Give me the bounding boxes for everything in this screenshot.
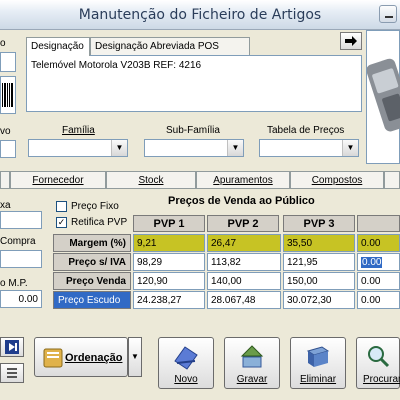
cell-sem-iva-pvp2[interactable]: 113,82: [207, 253, 281, 271]
cell-margem-pvp4[interactable]: 0.00: [357, 234, 400, 252]
arrow-right-icon: [345, 36, 357, 46]
cell-escudo-pvp2[interactable]: 28.067,48: [207, 291, 281, 309]
chevron-down-icon[interactable]: ▼: [111, 140, 127, 156]
designation-value: Telemóvel Motorola V203B REF: 4216: [31, 60, 202, 71]
left-label-top: o: [0, 38, 6, 49]
row-header-preco-sem-iva: Preço s/ IVA: [53, 253, 131, 271]
list-view-button[interactable]: [0, 363, 24, 383]
cell-venda-pvp2[interactable]: 140,00: [207, 272, 281, 290]
cell-escudo-pvp4[interactable]: 0.00: [357, 291, 400, 309]
cell-escudo-pvp3[interactable]: 30.072,30: [283, 291, 355, 309]
row-header-preco-venda: Preço Venda: [53, 272, 131, 290]
mp-label: o M.P.: [0, 278, 28, 289]
eliminar-label: Eliminar: [299, 374, 337, 385]
barcode-icon: [2, 83, 13, 107]
phone-image: [366, 58, 400, 132]
ordenacao-dropdown[interactable]: ▼: [128, 337, 142, 377]
tab-next[interactable]: [384, 171, 400, 188]
search-icon: [368, 346, 390, 368]
tab-designacao[interactable]: Designação: [26, 37, 90, 56]
tab-designacao-abreviada[interactable]: Designação Abreviada POS: [90, 37, 250, 55]
left-field-code[interactable]: [0, 52, 16, 72]
gravar-button[interactable]: Gravar: [224, 337, 280, 389]
tab-partial[interactable]: [0, 171, 10, 188]
preco-fixo-label: Preço Fixo: [71, 201, 119, 212]
cell-margem-pvp3[interactable]: 35,50: [283, 234, 355, 252]
tab-fornecedor[interactable]: Fornecedor: [10, 171, 106, 188]
procurar-button[interactable]: Procurar: [356, 337, 400, 389]
chevron-down-icon[interactable]: ▼: [227, 140, 243, 156]
delete-book-icon: [306, 346, 330, 367]
play-last-icon: [5, 340, 19, 354]
chevron-down-icon[interactable]: ▼: [342, 140, 358, 156]
retifica-pvp-checkbox[interactable]: ✓: [56, 217, 67, 228]
left-label-2: vo: [0, 126, 11, 137]
compra-label: Compra: [0, 236, 36, 247]
row-header-preco-escudo: Preço Escudo: [53, 291, 131, 309]
selected-value: 0.00: [361, 257, 383, 268]
subfamilia-label: Sub-Família: [166, 125, 220, 136]
left-label-xa: xa: [0, 200, 11, 211]
procurar-label: Procurar: [363, 374, 400, 385]
col-header-pvp1: PVP 1: [133, 215, 205, 232]
subfamilia-combo[interactable]: ▼: [144, 139, 244, 157]
ordenacao-button[interactable]: Ordenação: [34, 337, 128, 377]
novo-button[interactable]: Novo: [158, 337, 214, 389]
list-icon: [7, 368, 17, 378]
sort-book-icon: [43, 348, 63, 368]
tab-compostos[interactable]: Compostos: [290, 171, 384, 188]
cell-sem-iva-pvp1[interactable]: 98,29: [133, 253, 205, 271]
cell-escudo-pvp1[interactable]: 24.238,27: [133, 291, 205, 309]
gravar-label: Gravar: [236, 374, 268, 385]
arrow-right-button[interactable]: [340, 32, 362, 50]
tab-apuramentos[interactable]: Apuramentos: [196, 171, 290, 188]
row-header-margem: Margem (%): [53, 234, 131, 252]
familia-combo[interactable]: ▼: [28, 139, 128, 157]
cell-venda-pvp1[interactable]: 120,90: [133, 272, 205, 290]
left-field-2[interactable]: [0, 140, 16, 158]
col-header-pvp3: PVP 3: [283, 215, 355, 232]
retifica-pvp-label: Retifica PVP: [71, 217, 128, 228]
cell-sem-iva-pvp4[interactable]: 0.00: [357, 253, 400, 271]
barcode-box: [0, 76, 16, 114]
eliminar-button[interactable]: Eliminar: [290, 337, 346, 389]
ordenacao-label: Ordenação: [65, 352, 123, 364]
col-header-pvp2: PVP 2: [207, 215, 279, 232]
novo-label: Novo: [174, 374, 198, 385]
new-icon: [174, 346, 198, 370]
cell-venda-pvp3[interactable]: 150,00: [283, 272, 355, 290]
window-title: Manutenção do Ficheiro de Artigos: [78, 7, 322, 23]
col-header-pvp4: [357, 215, 400, 232]
preco-fixo-checkbox[interactable]: [56, 201, 67, 212]
familia-label: Família: [62, 125, 95, 136]
compra-field[interactable]: [0, 250, 42, 268]
title-bar: Manutenção do Ficheiro de Artigos: [0, 0, 400, 30]
left-field-xa[interactable]: [0, 211, 42, 229]
designation-textarea[interactable]: Telemóvel Motorola V203B REF: 4216: [26, 55, 362, 112]
minimize-button[interactable]: [379, 5, 397, 23]
product-image: [366, 30, 400, 164]
nav-last-button[interactable]: [0, 337, 24, 357]
cell-margem-pvp2[interactable]: 26,47: [207, 234, 281, 252]
tabela-precos-label: Tabela de Preços: [267, 125, 345, 136]
cell-sem-iva-pvp3[interactable]: 121,95: [283, 253, 355, 271]
price-section-title: Preços de Venda ao Público: [168, 195, 315, 207]
detail-tabs: Fornecedor Stock Apuramentos Compostos: [0, 171, 400, 189]
cell-margem-pvp1[interactable]: 9,21: [133, 234, 205, 252]
save-icon: [240, 345, 264, 368]
mp-field[interactable]: 0.00: [0, 290, 42, 308]
tabela-precos-combo[interactable]: ▼: [259, 139, 359, 157]
cell-venda-pvp4[interactable]: 0.00: [357, 272, 400, 290]
tab-stock[interactable]: Stock: [106, 171, 196, 188]
